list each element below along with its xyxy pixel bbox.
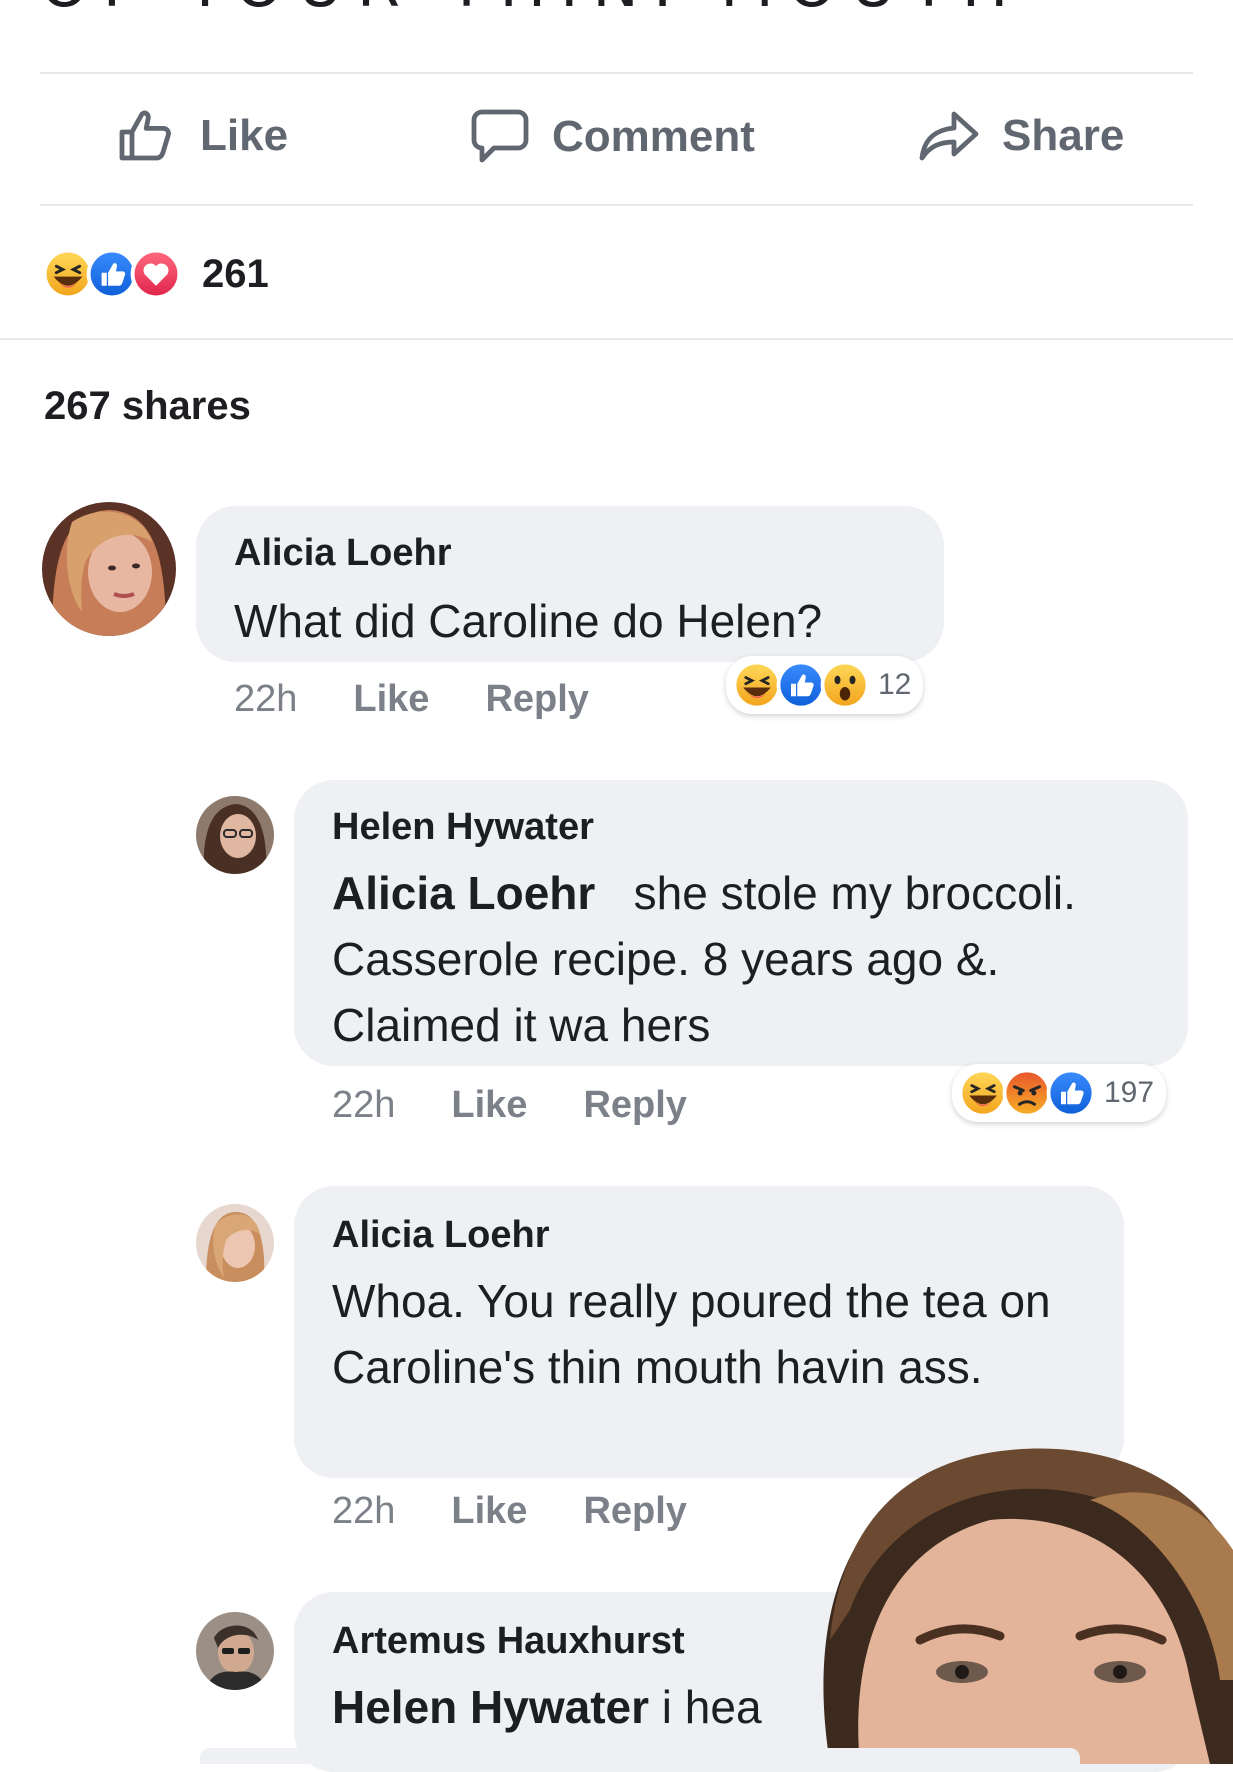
divider bbox=[40, 204, 1193, 206]
avatar-image bbox=[196, 796, 274, 874]
comment-like-link[interactable]: Like bbox=[353, 678, 429, 721]
share-icon bbox=[919, 111, 979, 161]
reaction-summary[interactable]: 261 bbox=[42, 248, 269, 300]
comment-author[interactable]: Helen Hywater bbox=[332, 806, 594, 849]
comment-time[interactable]: 22h bbox=[332, 1084, 395, 1127]
comment-like-link[interactable]: Like bbox=[451, 1490, 527, 1533]
share-label: Share bbox=[1002, 111, 1125, 160]
comment-button[interactable]: Comment bbox=[470, 108, 755, 166]
haha-icon bbox=[732, 660, 782, 710]
like-icon bbox=[776, 660, 826, 710]
share-button[interactable]: Share bbox=[918, 108, 1124, 164]
avatar-image bbox=[42, 502, 176, 636]
comment-bubble: Alicia Loehr What did Caroline do Helen? bbox=[196, 506, 944, 662]
comment-text: What did Caroline do Helen? bbox=[234, 595, 823, 647]
thumbs-up-icon bbox=[119, 110, 171, 161]
comment-reply-link[interactable]: Reply bbox=[583, 1490, 686, 1533]
love-icon bbox=[130, 248, 182, 300]
comment-meta: 22h Like Reply bbox=[234, 678, 645, 721]
comment-text: Alicia Loehr she stole my broccoli. Cass… bbox=[332, 860, 1152, 1058]
divider bbox=[40, 72, 1193, 74]
avatar-image bbox=[196, 1204, 274, 1282]
avatar-image bbox=[196, 1612, 274, 1690]
comment-reaction-count: 12 bbox=[878, 668, 912, 701]
comment-meta: 22h Like Reply bbox=[332, 1084, 743, 1127]
angry-icon bbox=[1002, 1068, 1052, 1118]
comment-reaction-badge[interactable]: 197 bbox=[952, 1064, 1167, 1122]
comment-author[interactable]: Artemus Hauxhurst bbox=[332, 1620, 685, 1663]
comment-body: i hea bbox=[661, 1681, 762, 1733]
wow-icon bbox=[820, 660, 870, 710]
haha-icon bbox=[958, 1068, 1008, 1118]
comment-label: Comment bbox=[552, 112, 755, 161]
comment-mention[interactable]: Helen Hywater bbox=[332, 1681, 649, 1733]
comment-mention[interactable]: Alicia Loehr bbox=[332, 867, 595, 919]
person-face-image bbox=[823, 1448, 1233, 1764]
next-comment-edge bbox=[200, 1748, 1080, 1764]
creator-video-overlay bbox=[790, 1440, 1233, 1764]
like-icon bbox=[1046, 1068, 1096, 1118]
avatar[interactable] bbox=[196, 1204, 274, 1282]
comment-icon bbox=[471, 109, 529, 163]
comment-reply-link[interactable]: Reply bbox=[485, 678, 588, 721]
like-button[interactable]: Like bbox=[118, 108, 288, 164]
divider bbox=[0, 338, 1233, 340]
comment-time[interactable]: 22h bbox=[332, 1490, 395, 1533]
share-count[interactable]: 267 shares bbox=[44, 384, 251, 429]
comment-meta: 22h Like Reply bbox=[332, 1490, 743, 1533]
reaction-count: 261 bbox=[202, 251, 269, 296]
comment-author[interactable]: Alicia Loehr bbox=[234, 532, 452, 575]
avatar[interactable] bbox=[42, 502, 176, 636]
comment-text: Helen Hywater i hea bbox=[332, 1674, 762, 1740]
comment-reaction-count: 197 bbox=[1104, 1076, 1155, 1109]
like-label: Like bbox=[200, 111, 289, 160]
comment-author[interactable]: Alicia Loehr bbox=[332, 1214, 550, 1257]
comment-bubble: Alicia Loehr Whoa. You really poured the… bbox=[294, 1186, 1124, 1478]
comment-reply-link[interactable]: Reply bbox=[583, 1084, 686, 1127]
post-text: OF YOUR THIN. MOUTH bbox=[40, 0, 1022, 21]
avatar[interactable] bbox=[196, 1612, 274, 1690]
comment-bubble: Helen Hywater Alicia Loehr she stole my … bbox=[294, 780, 1188, 1066]
comment-reaction-badge[interactable]: 12 bbox=[726, 656, 924, 714]
comment-text: Whoa. You really poured the tea on Carol… bbox=[332, 1275, 1051, 1393]
comment-time[interactable]: 22h bbox=[234, 678, 297, 721]
comment-like-link[interactable]: Like bbox=[451, 1084, 527, 1127]
avatar[interactable] bbox=[196, 796, 274, 874]
